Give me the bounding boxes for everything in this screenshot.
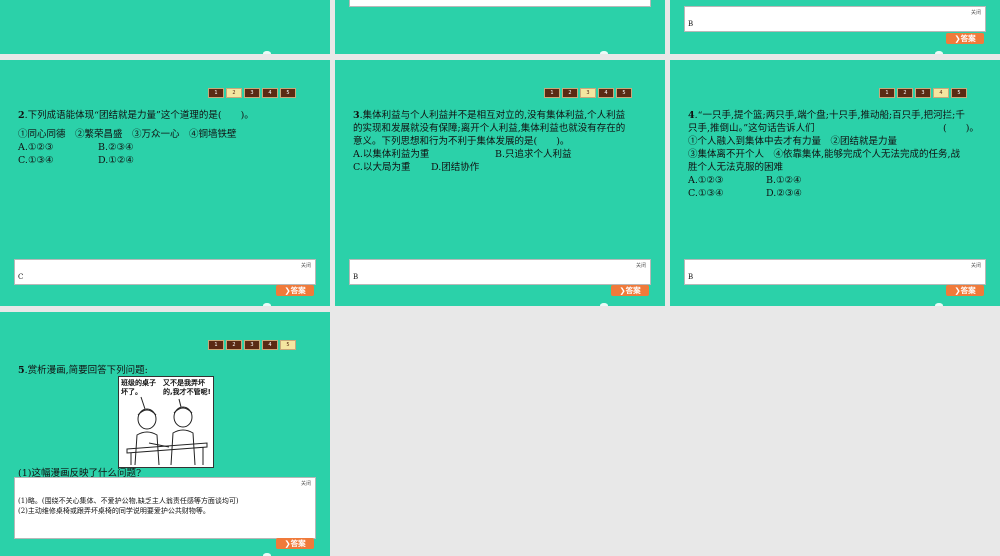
slide-question-2: 1 2 3 4 5 2.下列成语能体现“团结就是力量”这个道理的是( )。 ①同… bbox=[0, 60, 330, 306]
question-stem-line-2: 的实现和发展就没有保障;离开个人利益,集体利益也就没有存在的 bbox=[353, 123, 626, 134]
slide-marker bbox=[600, 303, 608, 306]
nav-item-2[interactable]: 2 bbox=[897, 88, 913, 98]
answer-box: 关闭 B bbox=[349, 259, 651, 285]
question-nav: 1 2 3 4 5 bbox=[208, 88, 296, 98]
close-button[interactable]: 关闭 bbox=[971, 262, 981, 269]
option-d: D.团结协作 bbox=[431, 162, 480, 173]
close-button[interactable]: 关闭 bbox=[636, 262, 646, 269]
slide-question-4: 1 2 3 4 5 4.“一只手,提个篮;两只手,端个盘;十只手,推动船;百只手… bbox=[670, 60, 1000, 306]
answer-button-label: 答案 bbox=[625, 286, 641, 295]
option-c: C.以大局为重 bbox=[353, 162, 411, 173]
nav-item-3[interactable]: 3 bbox=[580, 88, 596, 98]
answer-button-label: 答案 bbox=[960, 286, 976, 295]
nav-item-2[interactable]: 2 bbox=[562, 88, 578, 98]
nav-item-1[interactable]: 1 bbox=[208, 340, 224, 350]
nav-item-3[interactable]: 3 bbox=[244, 340, 260, 350]
question-items-line-1: ①个人融入到集体中去才有力量 ②团结就是力量 bbox=[688, 136, 898, 147]
close-button[interactable]: 关闭 bbox=[301, 262, 311, 269]
answer-box: 关闭 B bbox=[684, 259, 986, 285]
question-number: 4 bbox=[688, 110, 695, 121]
answer-button[interactable]: ❯答案 bbox=[946, 33, 984, 44]
option-c: C.①③④ bbox=[18, 155, 54, 166]
nav-item-4[interactable]: 4 bbox=[262, 88, 278, 98]
question-nav: 1 2 3 4 5 bbox=[879, 88, 967, 98]
question-text: 2.下列成语能体现“团结就是力量”这个道理的是( )。 ①同心同德 ②繁荣昌盛 … bbox=[18, 109, 318, 167]
option-a: A.以集体利益为重 bbox=[353, 149, 430, 160]
answer-box: 关闭 B bbox=[684, 6, 986, 32]
nav-item-4[interactable]: 4 bbox=[598, 88, 614, 98]
close-button[interactable]: 关闭 bbox=[301, 480, 311, 487]
question-stem-line-2: 只手,推倒山。”这句话告诉人们 bbox=[688, 123, 815, 134]
slide-marker bbox=[600, 51, 608, 54]
question-stem-line-1: .“一只手,提个篮;两只手,端个盘;十只手,推动船;百只手,把河拦;千 bbox=[694, 110, 965, 121]
slide-marker bbox=[263, 51, 271, 54]
answer-button-label: 答案 bbox=[290, 286, 306, 295]
answer-text: C bbox=[18, 273, 24, 281]
option-a: A.①②③ bbox=[18, 142, 54, 153]
option-a: A.①②③ bbox=[688, 175, 724, 186]
slide-question-3: 1 2 3 4 5 3.集体利益与个人利益并不是相互对立的,没有集体利益,个人利… bbox=[335, 60, 665, 306]
nav-item-1[interactable]: 1 bbox=[544, 88, 560, 98]
question-stem: .赏析漫画,简要回答下列问题: bbox=[24, 365, 148, 376]
answer-line-1: (1)略。(围绕不关心集体、不爱护公物,缺乏主人翁责任感等方面谈均可) bbox=[18, 497, 239, 505]
question-items-line-3: 胜个人无法克服的困难 bbox=[688, 162, 784, 173]
slide-top-middle bbox=[335, 0, 665, 54]
question-text: 4.“一只手,提个篮;两只手,端个盘;十只手,推动船;百只手,把河拦;千 只手,… bbox=[688, 109, 993, 200]
option-b: B.①②④ bbox=[766, 175, 802, 186]
answer-box: 关闭 (1)略。(围绕不关心集体、不爱护公物,缺乏主人翁责任感等方面谈均可) (… bbox=[14, 477, 316, 539]
question-items: ①同心同德 ②繁荣昌盛 ③万众一心 ④铜墙铁壁 bbox=[18, 129, 237, 140]
nav-item-5[interactable]: 5 bbox=[951, 88, 967, 98]
question-nav: 1 2 3 4 5 bbox=[208, 340, 296, 350]
nav-item-5[interactable]: 5 bbox=[280, 340, 296, 350]
option-d: D.①②④ bbox=[98, 155, 134, 166]
slide-marker bbox=[263, 303, 271, 306]
slide-question-5: 1 2 3 4 5 5.赏析漫画,简要回答下列问题: 班级的桌子坏了。 又不是我… bbox=[0, 312, 330, 556]
nav-item-3[interactable]: 3 bbox=[915, 88, 931, 98]
question-stem: .下列成语能体现“团结就是力量”这个道理的是( )。 bbox=[24, 110, 254, 121]
nav-item-5[interactable]: 5 bbox=[280, 88, 296, 98]
slide-top-right: 关闭 B ❯答案 bbox=[670, 0, 1000, 54]
answer-paren: ( )。 bbox=[943, 123, 979, 134]
answer-box: 关闭 C bbox=[14, 259, 316, 285]
question-number: 2 bbox=[18, 110, 25, 121]
question-stem-line-3: 意义。下列思想和行为不利于集体发展的是( )。 bbox=[353, 136, 570, 147]
answer-button[interactable]: ❯答案 bbox=[946, 285, 984, 296]
close-button[interactable]: 关闭 bbox=[971, 9, 981, 16]
question-text: 3.集体利益与个人利益并不是相互对立的,没有集体利益,个人利益 的实现和发展就没… bbox=[353, 109, 658, 174]
option-b: B.只追求个人利益 bbox=[495, 149, 572, 160]
nav-item-1[interactable]: 1 bbox=[208, 88, 224, 98]
nav-item-2[interactable]: 2 bbox=[226, 340, 242, 350]
option-c: C.①③④ bbox=[688, 188, 724, 199]
answer-button-label: 答案 bbox=[290, 539, 306, 548]
nav-item-4[interactable]: 4 bbox=[933, 88, 949, 98]
cartoon-image: 班级的桌子坏了。 又不是我弄坏的,我才不管呢! bbox=[118, 376, 214, 468]
answer-button[interactable]: ❯答案 bbox=[611, 285, 649, 296]
question-nav: 1 2 3 4 5 bbox=[544, 88, 632, 98]
option-b: B.②③④ bbox=[98, 142, 134, 153]
slide-marker bbox=[935, 51, 943, 54]
question-number: 5 bbox=[18, 365, 25, 376]
answer-box bbox=[349, 0, 651, 7]
slide-top-left bbox=[0, 0, 330, 54]
answer-button[interactable]: ❯答案 bbox=[276, 285, 314, 296]
answer-button-label: 答案 bbox=[960, 34, 976, 43]
question-number: 3 bbox=[353, 110, 360, 121]
answer-text: B bbox=[353, 273, 359, 281]
nav-item-4[interactable]: 4 bbox=[262, 340, 278, 350]
answer-text: B bbox=[688, 20, 694, 28]
question-items-line-2: ③集体离不开个人 ④依靠集体,能够完成个人无法完成的任务,战 bbox=[688, 149, 961, 160]
nav-item-3[interactable]: 3 bbox=[244, 88, 260, 98]
answer-text: B bbox=[688, 273, 694, 281]
nav-item-1[interactable]: 1 bbox=[879, 88, 895, 98]
answer-button[interactable]: ❯答案 bbox=[276, 538, 314, 549]
nav-item-2[interactable]: 2 bbox=[226, 88, 242, 98]
cartoon-drawing bbox=[126, 396, 208, 466]
nav-item-5[interactable]: 5 bbox=[616, 88, 632, 98]
option-d: D.②③④ bbox=[766, 188, 802, 199]
slide-marker bbox=[935, 303, 943, 306]
answer-line-2: (2)主动维修桌椅或跟弄坏桌椅的同学说明要爱护公共财物等。 bbox=[18, 507, 210, 515]
question-stem-line-1: .集体利益与个人利益并不是相互对立的,没有集体利益,个人利益 bbox=[359, 110, 626, 121]
answer-text: (1)略。(围绕不关心集体、不爱护公物,缺乏主人翁责任感等方面谈均可) (2)主… bbox=[18, 496, 239, 516]
